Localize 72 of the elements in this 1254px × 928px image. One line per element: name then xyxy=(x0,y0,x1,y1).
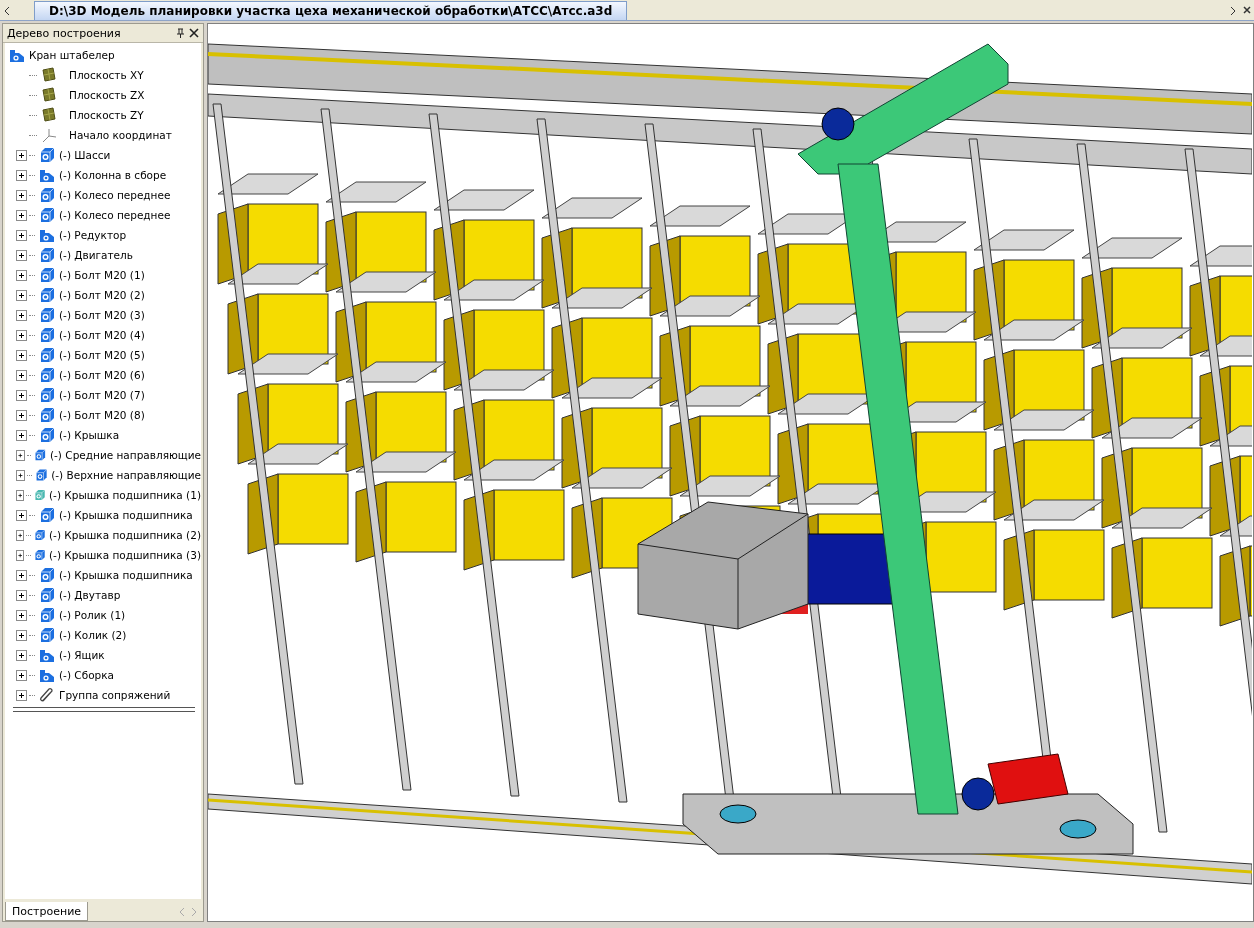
tree-item[interactable]: (-) Болт М20 (7) xyxy=(55,389,145,401)
tree-item[interactable]: (-) Болт М20 (2) xyxy=(55,289,145,301)
expand-icon[interactable] xyxy=(16,189,27,201)
expand-icon[interactable] xyxy=(16,329,27,341)
tree-item[interactable]: Плоскость ZX xyxy=(57,89,145,101)
tree-item[interactable]: (-) Двутавр xyxy=(55,589,121,601)
tree-item[interactable]: Начало координат xyxy=(57,129,172,141)
expand-icon[interactable] xyxy=(16,289,27,301)
expand-icon[interactable] xyxy=(16,409,27,421)
expand-icon[interactable] xyxy=(16,149,27,161)
expand-icon[interactable] xyxy=(16,629,27,641)
pin-icon[interactable] xyxy=(176,27,185,39)
tree-item[interactable]: (-) Крышка подшипника (1) xyxy=(45,489,201,501)
assembly-icon xyxy=(9,47,25,63)
expand-icon[interactable] xyxy=(16,449,25,461)
tree-item[interactable]: Кран штабелер xyxy=(25,49,115,61)
tree-item[interactable]: (-) Болт М20 (4) xyxy=(55,329,145,341)
expand-icon[interactable] xyxy=(16,569,27,581)
plane-icon xyxy=(41,107,57,123)
tree-item[interactable]: (-) Болт М20 (1) xyxy=(55,269,145,281)
tree-item[interactable]: (-) Крышка подшипника (3) xyxy=(45,549,201,561)
tree-item[interactable]: (-) Двигатель xyxy=(55,249,133,261)
expand-icon[interactable] xyxy=(16,589,27,601)
expand-icon[interactable] xyxy=(16,349,27,361)
tree-item[interactable]: (-) Ролик (1) xyxy=(55,609,126,621)
expand-icon[interactable] xyxy=(16,669,27,681)
expand-icon[interactable] xyxy=(16,309,27,321)
expand-icon[interactable] xyxy=(16,429,27,441)
expand-icon[interactable] xyxy=(16,209,27,221)
tree-item[interactable]: (-) Редуктор xyxy=(55,229,127,241)
tree-item[interactable]: (-) Шасси xyxy=(55,149,111,161)
tree-item[interactable]: Плоскость ZY xyxy=(57,109,144,121)
panel-tab[interactable]: Построение xyxy=(5,902,89,921)
tree-item[interactable]: Плоскость XY xyxy=(57,69,144,81)
expand-icon[interactable] xyxy=(16,369,27,381)
expand-icon[interactable] xyxy=(16,269,27,281)
expand-icon[interactable] xyxy=(16,389,27,401)
tree-item[interactable]: (-) Ящик xyxy=(55,649,105,661)
tree-item[interactable]: (-) Болт М20 (5) xyxy=(55,349,145,361)
expand-icon[interactable] xyxy=(16,529,25,541)
tree-item[interactable]: (-) Крышка xyxy=(55,429,120,441)
plane-icon xyxy=(41,67,57,83)
tree-item[interactable]: (-) Колик (2) xyxy=(55,629,127,641)
tree-item[interactable]: (-) Верхние направляющие xyxy=(47,469,201,481)
tree-item[interactable]: (-) Колонна в сборе xyxy=(55,169,167,181)
expand-icon[interactable] xyxy=(16,549,25,561)
close-icon[interactable] xyxy=(189,27,199,38)
expand-icon[interactable] xyxy=(16,489,25,501)
document-tab[interactable]: D:\3D Модель планировки участка цеха механической обработки\АТСС\Атсс.a3d xyxy=(34,1,628,20)
paperclip-icon xyxy=(39,687,55,703)
expand-icon[interactable] xyxy=(16,229,27,241)
axes-icon xyxy=(41,127,57,143)
expand-icon[interactable] xyxy=(16,609,27,621)
tree-item[interactable]: (-) Болт М20 (6) xyxy=(55,369,145,381)
tree-item[interactable]: (-) Средние направляющие xyxy=(46,449,201,461)
tree-item[interactable]: (-) Сборка xyxy=(55,669,114,681)
expand-icon[interactable] xyxy=(16,249,27,261)
tree-item[interactable]: (-) Болт М20 (3) xyxy=(55,309,145,321)
tree-item[interactable]: (-) Крышка подшипника xyxy=(55,509,193,521)
expand-icon[interactable] xyxy=(16,509,27,521)
tree-item[interactable]: (-) Крышка подшипника xyxy=(55,569,193,581)
expand-icon[interactable] xyxy=(16,169,27,181)
tree-item[interactable]: (-) Колесо переднее xyxy=(55,189,171,201)
tree-item[interactable]: (-) Колесо переднее xyxy=(55,209,171,221)
expand-icon[interactable] xyxy=(16,469,25,481)
tree-item[interactable]: Группа сопряжений xyxy=(55,689,171,701)
expand-icon[interactable] xyxy=(16,649,27,661)
panel-title: Дерево построения xyxy=(7,26,121,40)
tree-item[interactable]: (-) Крышка подшипника (2) xyxy=(45,529,201,541)
expand-icon[interactable] xyxy=(16,689,27,701)
tree-item[interactable]: (-) Болт М20 (8) xyxy=(55,409,145,421)
plane-icon xyxy=(41,87,57,103)
